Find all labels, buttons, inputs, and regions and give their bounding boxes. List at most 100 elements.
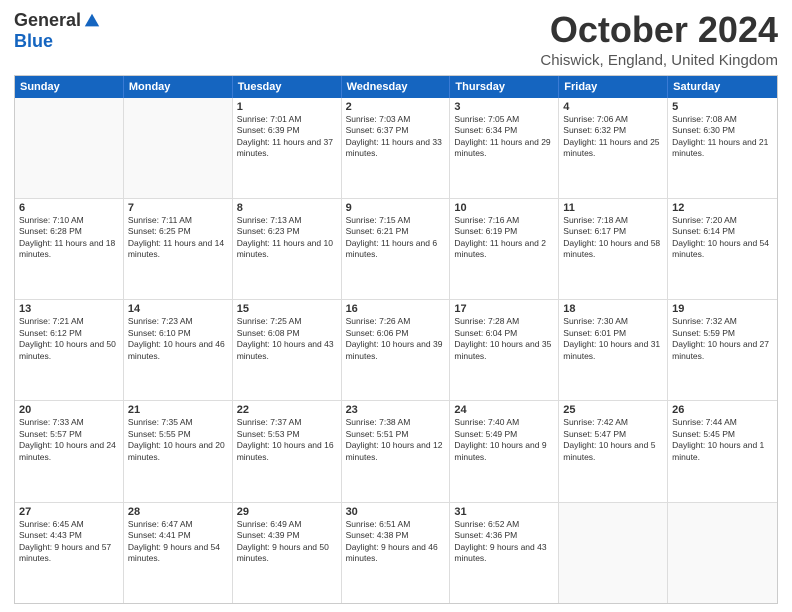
calendar: SundayMondayTuesdayWednesdayThursdayFrid… — [14, 75, 778, 604]
day-number: 31 — [454, 506, 554, 518]
day-cell-17: 17Sunrise: 7:28 AM Sunset: 6:04 PM Dayli… — [450, 300, 559, 400]
day-cell-29: 29Sunrise: 6:49 AM Sunset: 4:39 PM Dayli… — [233, 503, 342, 603]
day-number: 18 — [563, 303, 663, 315]
day-number: 28 — [128, 506, 228, 518]
day-cell-7: 7Sunrise: 7:11 AM Sunset: 6:25 PM Daylig… — [124, 199, 233, 299]
logo-general: General — [14, 10, 81, 31]
logo-icon — [83, 12, 101, 30]
day-info: Sunrise: 7:06 AM Sunset: 6:32 PM Dayligh… — [563, 114, 663, 160]
day-cell-8: 8Sunrise: 7:13 AM Sunset: 6:23 PM Daylig… — [233, 199, 342, 299]
day-number: 29 — [237, 506, 337, 518]
day-info: Sunrise: 7:13 AM Sunset: 6:23 PM Dayligh… — [237, 215, 337, 261]
day-cell-empty — [15, 98, 124, 198]
day-number: 12 — [672, 202, 773, 214]
weekday-header-friday: Friday — [559, 76, 668, 98]
calendar-week-4: 20Sunrise: 7:33 AM Sunset: 5:57 PM Dayli… — [15, 400, 777, 501]
day-info: Sunrise: 7:05 AM Sunset: 6:34 PM Dayligh… — [454, 114, 554, 160]
day-info: Sunrise: 7:16 AM Sunset: 6:19 PM Dayligh… — [454, 215, 554, 261]
day-cell-22: 22Sunrise: 7:37 AM Sunset: 5:53 PM Dayli… — [233, 401, 342, 501]
day-info: Sunrise: 6:47 AM Sunset: 4:41 PM Dayligh… — [128, 519, 228, 565]
day-cell-24: 24Sunrise: 7:40 AM Sunset: 5:49 PM Dayli… — [450, 401, 559, 501]
day-info: Sunrise: 7:15 AM Sunset: 6:21 PM Dayligh… — [346, 215, 446, 261]
day-cell-30: 30Sunrise: 6:51 AM Sunset: 4:38 PM Dayli… — [342, 503, 451, 603]
title-section: October 2024 Chiswick, England, United K… — [540, 10, 778, 69]
day-cell-20: 20Sunrise: 7:33 AM Sunset: 5:57 PM Dayli… — [15, 401, 124, 501]
month-title: October 2024 — [540, 10, 778, 50]
day-number: 10 — [454, 202, 554, 214]
day-cell-19: 19Sunrise: 7:32 AM Sunset: 5:59 PM Dayli… — [668, 300, 777, 400]
day-cell-1: 1Sunrise: 7:01 AM Sunset: 6:39 PM Daylig… — [233, 98, 342, 198]
day-number: 17 — [454, 303, 554, 315]
day-number: 15 — [237, 303, 337, 315]
header: General Blue October 2024 Chiswick, Engl… — [14, 10, 778, 69]
day-info: Sunrise: 6:49 AM Sunset: 4:39 PM Dayligh… — [237, 519, 337, 565]
day-cell-28: 28Sunrise: 6:47 AM Sunset: 4:41 PM Dayli… — [124, 503, 233, 603]
day-number: 5 — [672, 101, 773, 113]
day-number: 21 — [128, 404, 228, 416]
day-cell-2: 2Sunrise: 7:03 AM Sunset: 6:37 PM Daylig… — [342, 98, 451, 198]
page: General Blue October 2024 Chiswick, Engl… — [0, 0, 792, 612]
day-number: 2 — [346, 101, 446, 113]
day-cell-4: 4Sunrise: 7:06 AM Sunset: 6:32 PM Daylig… — [559, 98, 668, 198]
day-number: 25 — [563, 404, 663, 416]
day-info: Sunrise: 7:42 AM Sunset: 5:47 PM Dayligh… — [563, 417, 663, 463]
calendar-header: SundayMondayTuesdayWednesdayThursdayFrid… — [15, 76, 777, 98]
day-info: Sunrise: 7:18 AM Sunset: 6:17 PM Dayligh… — [563, 215, 663, 261]
day-info: Sunrise: 7:30 AM Sunset: 6:01 PM Dayligh… — [563, 316, 663, 362]
day-number: 26 — [672, 404, 773, 416]
day-number: 23 — [346, 404, 446, 416]
day-number: 4 — [563, 101, 663, 113]
day-cell-16: 16Sunrise: 7:26 AM Sunset: 6:06 PM Dayli… — [342, 300, 451, 400]
day-info: Sunrise: 7:20 AM Sunset: 6:14 PM Dayligh… — [672, 215, 773, 261]
day-number: 6 — [19, 202, 119, 214]
day-cell-empty — [124, 98, 233, 198]
day-number: 8 — [237, 202, 337, 214]
day-cell-6: 6Sunrise: 7:10 AM Sunset: 6:28 PM Daylig… — [15, 199, 124, 299]
day-info: Sunrise: 7:01 AM Sunset: 6:39 PM Dayligh… — [237, 114, 337, 160]
day-info: Sunrise: 7:28 AM Sunset: 6:04 PM Dayligh… — [454, 316, 554, 362]
day-info: Sunrise: 7:23 AM Sunset: 6:10 PM Dayligh… — [128, 316, 228, 362]
day-info: Sunrise: 7:10 AM Sunset: 6:28 PM Dayligh… — [19, 215, 119, 261]
day-number: 30 — [346, 506, 446, 518]
day-cell-14: 14Sunrise: 7:23 AM Sunset: 6:10 PM Dayli… — [124, 300, 233, 400]
day-number: 9 — [346, 202, 446, 214]
day-number: 27 — [19, 506, 119, 518]
day-info: Sunrise: 7:33 AM Sunset: 5:57 PM Dayligh… — [19, 417, 119, 463]
day-info: Sunrise: 7:26 AM Sunset: 6:06 PM Dayligh… — [346, 316, 446, 362]
day-info: Sunrise: 7:11 AM Sunset: 6:25 PM Dayligh… — [128, 215, 228, 261]
calendar-week-5: 27Sunrise: 6:45 AM Sunset: 4:43 PM Dayli… — [15, 502, 777, 603]
weekday-header-thursday: Thursday — [450, 76, 559, 98]
day-info: Sunrise: 7:40 AM Sunset: 5:49 PM Dayligh… — [454, 417, 554, 463]
day-cell-5: 5Sunrise: 7:08 AM Sunset: 6:30 PM Daylig… — [668, 98, 777, 198]
weekday-header-tuesday: Tuesday — [233, 76, 342, 98]
location-subtitle: Chiswick, England, United Kingdom — [540, 52, 778, 69]
logo: General Blue — [14, 10, 101, 52]
calendar-week-2: 6Sunrise: 7:10 AM Sunset: 6:28 PM Daylig… — [15, 198, 777, 299]
day-cell-13: 13Sunrise: 7:21 AM Sunset: 6:12 PM Dayli… — [15, 300, 124, 400]
day-cell-3: 3Sunrise: 7:05 AM Sunset: 6:34 PM Daylig… — [450, 98, 559, 198]
day-info: Sunrise: 7:08 AM Sunset: 6:30 PM Dayligh… — [672, 114, 773, 160]
calendar-week-3: 13Sunrise: 7:21 AM Sunset: 6:12 PM Dayli… — [15, 299, 777, 400]
day-cell-10: 10Sunrise: 7:16 AM Sunset: 6:19 PM Dayli… — [450, 199, 559, 299]
day-number: 7 — [128, 202, 228, 214]
logo-blue: Blue — [14, 31, 53, 52]
day-info: Sunrise: 6:51 AM Sunset: 4:38 PM Dayligh… — [346, 519, 446, 565]
day-cell-31: 31Sunrise: 6:52 AM Sunset: 4:36 PM Dayli… — [450, 503, 559, 603]
calendar-body: 1Sunrise: 7:01 AM Sunset: 6:39 PM Daylig… — [15, 98, 777, 603]
day-info: Sunrise: 7:44 AM Sunset: 5:45 PM Dayligh… — [672, 417, 773, 463]
day-cell-empty — [668, 503, 777, 603]
day-info: Sunrise: 7:38 AM Sunset: 5:51 PM Dayligh… — [346, 417, 446, 463]
day-cell-21: 21Sunrise: 7:35 AM Sunset: 5:55 PM Dayli… — [124, 401, 233, 501]
day-cell-empty — [559, 503, 668, 603]
day-info: Sunrise: 6:52 AM Sunset: 4:36 PM Dayligh… — [454, 519, 554, 565]
day-number: 11 — [563, 202, 663, 214]
day-number: 20 — [19, 404, 119, 416]
day-cell-15: 15Sunrise: 7:25 AM Sunset: 6:08 PM Dayli… — [233, 300, 342, 400]
day-info: Sunrise: 6:45 AM Sunset: 4:43 PM Dayligh… — [19, 519, 119, 565]
day-number: 1 — [237, 101, 337, 113]
day-cell-11: 11Sunrise: 7:18 AM Sunset: 6:17 PM Dayli… — [559, 199, 668, 299]
day-info: Sunrise: 7:25 AM Sunset: 6:08 PM Dayligh… — [237, 316, 337, 362]
day-cell-12: 12Sunrise: 7:20 AM Sunset: 6:14 PM Dayli… — [668, 199, 777, 299]
weekday-header-wednesday: Wednesday — [342, 76, 451, 98]
day-info: Sunrise: 7:37 AM Sunset: 5:53 PM Dayligh… — [237, 417, 337, 463]
